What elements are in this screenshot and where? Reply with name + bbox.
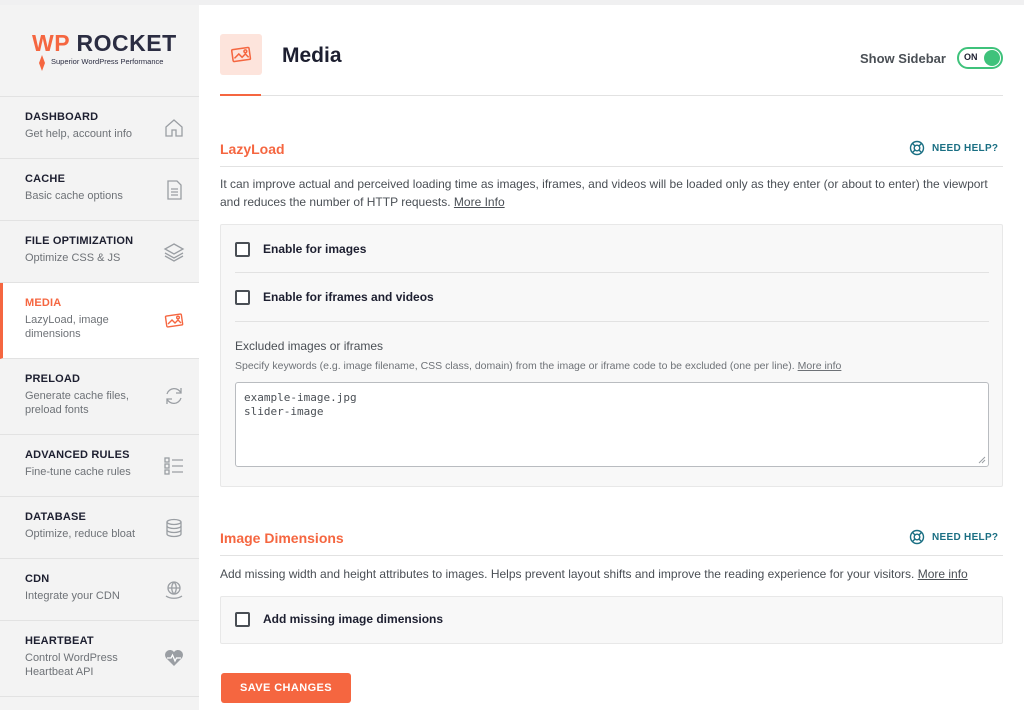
sidebar-item-preload[interactable]: PRELOAD Generate cache files, preload fo… xyxy=(0,359,199,435)
enable-images-label: Enable for images xyxy=(263,242,367,256)
need-help-label: NEED HELP? xyxy=(932,532,999,543)
sidebar: WP ROCKET Superior WordPress Performance… xyxy=(0,5,199,710)
enable-iframes-label: Enable for iframes and videos xyxy=(263,290,434,304)
need-help-label: NEED HELP? xyxy=(932,143,999,154)
sidebar-item-subtitle: Generate cache files, preload fonts xyxy=(25,390,129,416)
list-icon xyxy=(164,457,183,475)
home-icon xyxy=(165,119,183,137)
description-text: It can improve actual and perceived load… xyxy=(220,177,988,209)
database-icon xyxy=(166,518,182,538)
sidebar-item-subtitle: Integrate your CDN xyxy=(25,590,120,602)
file-icon xyxy=(167,180,182,200)
sidebar-item-subtitle: Basic cache options xyxy=(25,190,123,202)
logo-tagline: Superior WordPress Performance xyxy=(51,57,164,66)
globe-hand-icon xyxy=(165,581,183,599)
logo-rocket-text: ROCKET xyxy=(76,30,177,56)
sidebar-item-subtitle: Control WordPress Heartbeat API xyxy=(25,652,118,678)
sidebar-item-cache[interactable]: CACHE Basic cache options xyxy=(0,159,199,221)
wp-rocket-logo[interactable]: WP ROCKET Superior WordPress Performance xyxy=(0,5,199,97)
logo-wp-text: WP xyxy=(32,30,70,56)
rocket-flame-icon xyxy=(39,55,45,71)
lifebuoy-icon xyxy=(909,529,925,545)
section-divider xyxy=(220,166,1003,167)
sidebar-item-subtitle: Get help, account info xyxy=(25,128,133,140)
sidebar-item-heartbeat[interactable]: HEARTBEAT Control WordPress Heartbeat AP… xyxy=(0,621,199,697)
excluded-help-text: Specify keywords (e.g. image filename, C… xyxy=(235,360,795,372)
save-changes-button[interactable]: SAVE CHANGES xyxy=(221,673,351,703)
add-missing-dimensions-label: Add missing image dimensions xyxy=(263,612,444,626)
header-divider xyxy=(220,95,1003,96)
description-text: Add missing width and height attributes … xyxy=(220,567,915,581)
page-title: Media xyxy=(282,44,342,67)
dimensions-more-info-link[interactable]: More info xyxy=(918,567,968,581)
sidebar-item-cdn[interactable]: CDN Integrate your CDN xyxy=(0,559,199,621)
toggle-knob xyxy=(984,50,1000,66)
enable-iframes-checkbox[interactable] xyxy=(235,290,250,305)
excluded-textarea-value: example-image.jpg slider-image xyxy=(244,391,357,418)
logo-title: WP ROCKET xyxy=(32,30,177,57)
lazyload-section-title: LazyLoad xyxy=(220,141,285,157)
excluded-label: Excluded images or iframes xyxy=(235,339,384,353)
row-divider xyxy=(235,321,989,322)
dimensions-description: Add missing width and height attributes … xyxy=(220,565,1010,583)
section-divider xyxy=(220,555,1003,556)
lifebuoy-icon xyxy=(909,140,925,156)
row-divider xyxy=(235,272,989,273)
sidebar-item-subtitle: Optimize CSS & JS xyxy=(25,252,121,264)
sidebar-item-dashboard[interactable]: DASHBOARD Get help, account info xyxy=(0,97,199,159)
excluded-textarea[interactable]: example-image.jpg slider-image xyxy=(235,382,989,467)
lazyload-more-info-link[interactable]: More Info xyxy=(454,195,505,209)
enable-images-checkbox[interactable] xyxy=(235,242,250,257)
images-icon xyxy=(230,46,252,63)
sidebar-item-media[interactable]: MEDIA LazyLoad, image dimensions xyxy=(0,283,199,359)
sidebar-item-advanced-rules[interactable]: ADVANCED RULES Fine-tune cache rules xyxy=(0,435,199,497)
add-missing-dimensions-checkbox[interactable] xyxy=(235,612,250,627)
excluded-help: Specify keywords (e.g. image filename, C… xyxy=(235,360,841,372)
refresh-icon xyxy=(166,388,182,404)
media-header-icon xyxy=(220,34,262,75)
lazyload-description: It can improve actual and perceived load… xyxy=(220,175,990,211)
sidebar-item-database[interactable]: DATABASE Optimize, reduce bloat xyxy=(0,497,199,559)
toggle-state-label: ON xyxy=(964,52,978,62)
dimensions-options-panel: Add missing image dimensions xyxy=(220,596,1003,644)
resize-grip-icon[interactable] xyxy=(978,456,986,464)
layers-icon xyxy=(163,243,185,262)
header-accent-underline xyxy=(220,94,261,96)
sidebar-item-title: PRELOAD xyxy=(25,373,81,385)
lazyload-options-panel: Enable for images Enable for iframes and… xyxy=(220,224,1003,487)
sidebar-item-subtitle: Fine-tune cache rules xyxy=(25,466,131,478)
images-icon xyxy=(164,313,184,328)
sidebar-item-subtitle: Optimize, reduce bloat xyxy=(25,528,136,540)
sidebar-item-file-optimization[interactable]: FILE OPTIMIZATION Optimize CSS & JS xyxy=(0,221,199,283)
excluded-more-info-link[interactable]: More info xyxy=(798,360,842,372)
heartbeat-icon xyxy=(165,650,183,666)
image-dimensions-section-title: Image Dimensions xyxy=(220,530,344,546)
sidebar-item-subtitle: LazyLoad, image dimensions xyxy=(25,314,109,340)
show-sidebar-label: Show Sidebar xyxy=(860,51,946,66)
sidebar-item-title: HEARTBEAT xyxy=(25,635,94,647)
show-sidebar-toggle[interactable]: ON xyxy=(957,47,1003,69)
sidebar-item-title: MEDIA xyxy=(25,297,62,309)
main-content: Media Show Sidebar ON LazyLoad NEED HELP… xyxy=(199,5,1024,710)
